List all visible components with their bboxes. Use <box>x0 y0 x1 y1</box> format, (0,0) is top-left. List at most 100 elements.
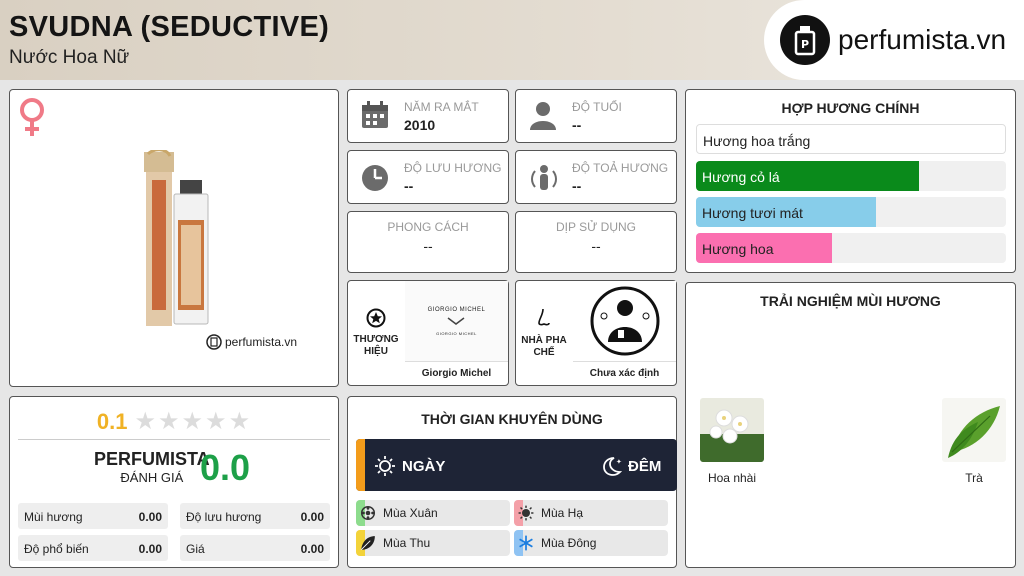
longevity-value: -- <box>404 178 414 194</box>
brand-label: THƯƠNG HIỆU <box>353 334 399 357</box>
occasion-value: -- <box>591 238 601 254</box>
star-icon[interactable]: ★ <box>135 408 157 435</box>
day-label: NGÀY <box>402 457 446 475</box>
brand-logo-text: GIORGIO MICHEL <box>427 306 486 313</box>
perfumer-icon <box>590 286 659 356</box>
style-value: -- <box>423 238 433 254</box>
logo-text: perfumista.vn <box>838 24 1007 55</box>
brand-logo[interactable]: P perfumista.vn <box>764 0 1024 80</box>
jasmine-image <box>700 398 764 462</box>
release-value: 2010 <box>404 117 436 133</box>
brand-logo-subtext: GIORGIO MICHEL <box>436 330 477 336</box>
watermark-text: perfumista.vn <box>225 335 298 349</box>
perfumista-label: PERFUMISTA <box>94 449 210 469</box>
metric-value: 0.00 <box>138 510 162 524</box>
person-icon <box>528 100 558 135</box>
season-label: Mùa Thu <box>383 536 431 550</box>
brand-box[interactable]: THƯƠNG HIỆU GIORGIO MICHEL GIORGIO MICHE… <box>347 280 509 386</box>
day-indicator <box>356 439 365 491</box>
day-night-bar: NGÀY ✦ ĐÊM <box>356 439 677 491</box>
season-label: Mùa Xuân <box>383 506 438 520</box>
star-icon[interactable]: ★ <box>229 408 251 435</box>
sillage-label: ĐỘ TOẢ HƯƠNG <box>572 161 669 175</box>
recommended-time-card: THỜI GIAN KHUYÊN DÙNG NGÀY ✦ ĐÊM Mùa Xuâ… <box>347 396 677 568</box>
accord-label: Hương cỏ lá <box>702 169 780 185</box>
longevity-box: ĐỘ LƯU HƯƠNG -- <box>347 150 509 204</box>
experience-title: TRẢI NGHIỆM MÙI HƯƠNG <box>760 293 941 309</box>
occasion-box: DỊP SỬ DỤNG -- <box>515 211 677 273</box>
note-tea-label: Trà <box>965 471 983 485</box>
main-accords-card: HỢP HƯƠNG CHÍNH Hương hoa trắng Hương cỏ … <box>685 89 1016 273</box>
brand-name: Giorgio Michel <box>405 361 508 385</box>
product-image-card: perfumista.vn <box>9 89 339 387</box>
age-box: ĐỘ TUỔI -- <box>515 89 677 143</box>
longevity-label: ĐỘ LƯU HƯƠNG <box>404 161 502 175</box>
accord-row: Hương hoa <box>696 233 1006 263</box>
brand-side: THƯƠNG HIỆU <box>348 281 404 385</box>
style-box: PHONG CÁCH -- <box>347 211 509 273</box>
leaf-icon <box>360 535 376 556</box>
divider <box>18 439 330 440</box>
sillage-box: ĐỘ TOẢ HƯƠNG -- <box>515 150 677 204</box>
flower-icon <box>360 505 376 526</box>
female-icon <box>16 96 48 143</box>
star-icon[interactable]: ★ <box>205 408 227 435</box>
day-item: NGÀY <box>374 455 445 477</box>
accord-label: Hương hoa <box>702 241 774 257</box>
season-item: Mùa Hạ <box>514 500 668 526</box>
accord-row: Hương cỏ lá <box>696 161 1006 191</box>
metric-value: 0.00 <box>138 542 162 556</box>
accord-label: Hương tươi mát <box>702 205 803 221</box>
rating-metric: Độ lưu hương 0.00 <box>180 503 330 529</box>
release-label: NĂM RA MẮT <box>404 100 479 114</box>
accord-row: Hương hoa trắng <box>696 124 1006 154</box>
perfumer-avatar <box>573 281 676 361</box>
age-value: -- <box>572 117 582 133</box>
season-item: Mùa Đông <box>514 530 668 556</box>
perfumista-rating-label: PERFUMISTA ĐÁNH GIÁ <box>94 449 210 485</box>
star-icon[interactable]: ★ <box>182 408 204 435</box>
age-label: ĐỘ TUỔI <box>572 100 622 114</box>
moon-icon: ✦ <box>603 457 622 476</box>
style-label: PHONG CÁCH <box>387 220 469 234</box>
clock-icon <box>360 163 390 198</box>
scent-experience-card: TRẢI NGHIỆM MÙI HƯƠNG Hoa nhài Trà <box>685 282 1016 568</box>
occasion-label: DỊP SỬ DỤNG <box>555 220 637 234</box>
perfume-subtitle: Nước Hoa Nữ <box>9 47 130 68</box>
snowflake-icon <box>518 535 534 556</box>
tea-leaf-image <box>942 398 1006 462</box>
time-title: THỜI GIAN KHUYÊN DÙNG <box>421 411 603 427</box>
perfumer-box[interactable]: NHÀ PHA CHẾ Chưa xác định <box>515 280 677 386</box>
night-item: ✦ ĐÊM <box>600 455 661 477</box>
perfumista-score: 0.0 <box>200 447 251 488</box>
svg-text:P: P <box>801 38 809 51</box>
metric-value: 0.00 <box>300 510 324 524</box>
note-jasmine[interactable]: Hoa nhài <box>700 398 764 485</box>
metric-label: Độ lưu hương <box>186 510 262 524</box>
perfume-title: SVUDNA (SEDUCTIVE) <box>9 11 330 43</box>
season-item: Mùa Xuân <box>356 500 510 526</box>
star-icon[interactable]: ★ <box>158 408 180 435</box>
release-year-box: NĂM RA MẮT 2010 <box>347 89 509 143</box>
rating-card: 0.1 ★★★★★ PERFUMISTA ĐÁNH GIÁ 0.0 Mùi hư… <box>9 396 339 568</box>
user-rating[interactable]: 0.1 ★★★★★ <box>10 407 338 436</box>
watermark: perfumista.vn <box>206 334 297 350</box>
rating-metric: Mùi hương 0.00 <box>18 503 168 529</box>
perfume-bottle-logo-icon: P <box>780 15 830 65</box>
sun-icon <box>375 456 395 476</box>
perfumer-name: Chưa xác định <box>573 361 676 385</box>
metric-label: Mùi hương <box>24 510 83 524</box>
note-tea[interactable]: Trà <box>942 398 1006 485</box>
rating-stars[interactable]: ★★★★★ <box>134 407 252 436</box>
note-jasmine-label: Hoa nhài <box>707 471 757 485</box>
metric-label: Giá <box>186 542 205 556</box>
season-label: Mùa Hạ <box>541 506 584 520</box>
perfumer-label: NHÀ PHA CHẾ <box>521 335 567 358</box>
season-item: Mùa Thu <box>356 530 510 556</box>
user-rating-score: 0.1 <box>96 408 128 434</box>
star-badge-icon <box>366 308 386 328</box>
sillage-icon <box>528 163 560 198</box>
sillage-value: -- <box>572 178 582 194</box>
brand-logo-image: GIORGIO MICHEL GIORGIO MICHEL <box>405 281 508 361</box>
sun-icon <box>518 505 534 526</box>
